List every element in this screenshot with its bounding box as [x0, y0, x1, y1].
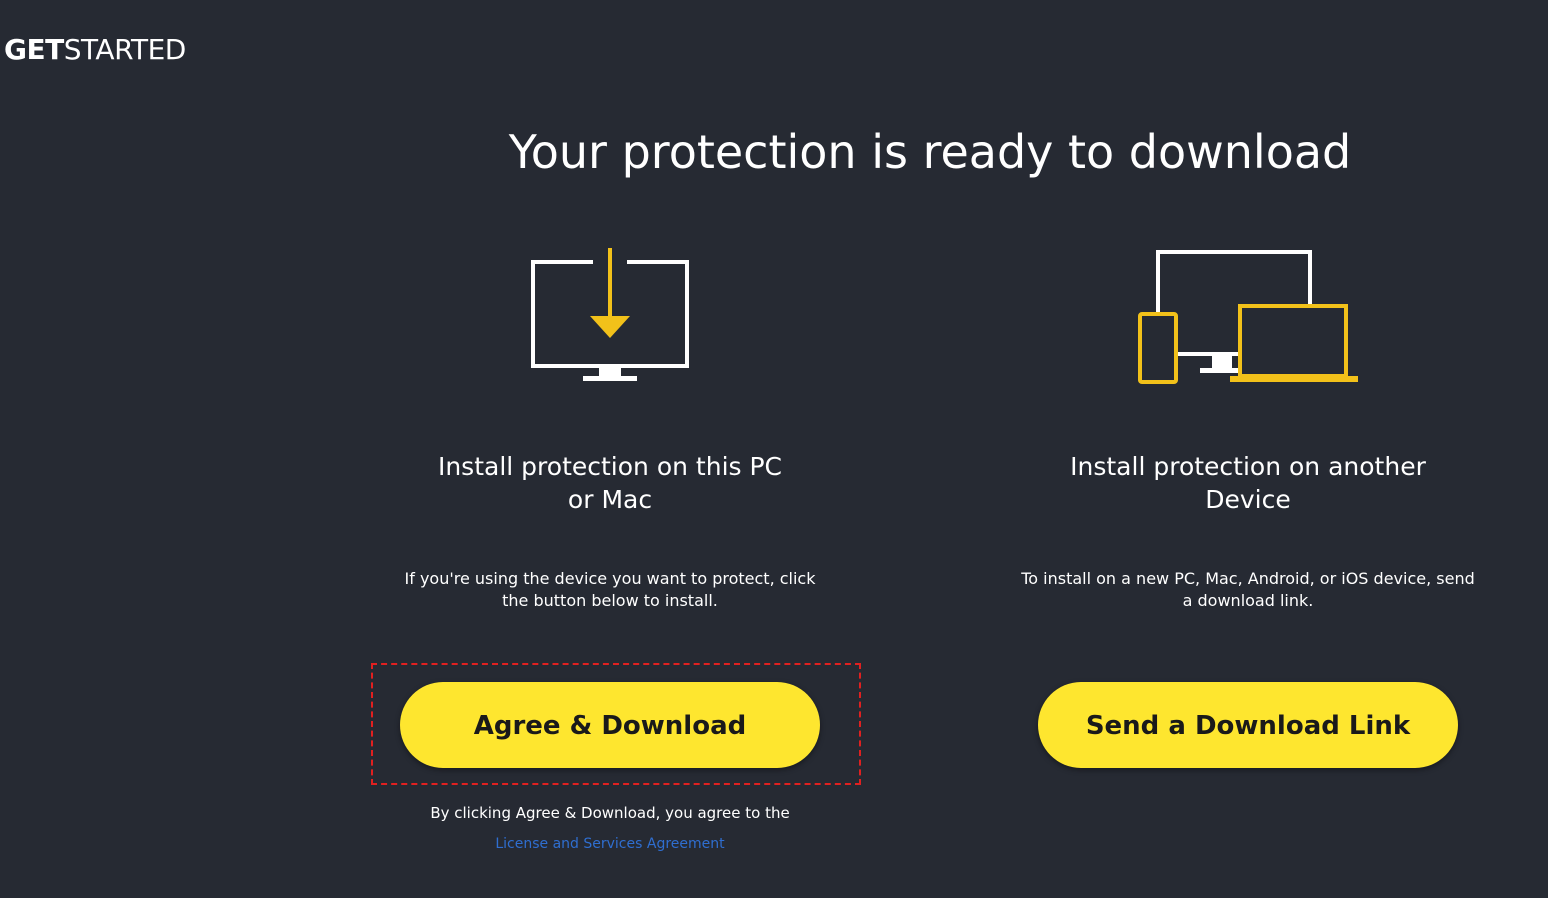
option-this-device: Install protection on this PC or Mac If …: [370, 240, 850, 612]
header-title-bold: GET: [4, 33, 64, 66]
legal-text: By clicking Agree & Download, you agree …: [430, 804, 790, 822]
main-title: Your protection is ready to download: [508, 125, 1352, 179]
page-header: GETSTARTED: [4, 33, 186, 66]
option-description: If you're using the device you want to p…: [404, 569, 816, 610]
option-description: To install on a new PC, Mac, Android, or…: [1021, 569, 1475, 610]
multi-device-icon: [1008, 240, 1488, 400]
agree-download-button[interactable]: Agree & Download: [400, 682, 820, 768]
monitor-download-icon: [370, 240, 850, 400]
agree-download-highlight: Agree & Download: [371, 663, 861, 785]
send-download-link-button[interactable]: Send a Download Link: [1038, 682, 1458, 768]
option-title: Install protection on another Device: [1070, 452, 1426, 514]
option-title: Install protection on this PC or Mac: [437, 452, 783, 514]
option-other-device: Install protection on another Device To …: [1008, 240, 1488, 612]
header-title-light: STARTED: [63, 33, 187, 66]
license-agreement-link[interactable]: License and Services Agreement: [370, 836, 850, 852]
